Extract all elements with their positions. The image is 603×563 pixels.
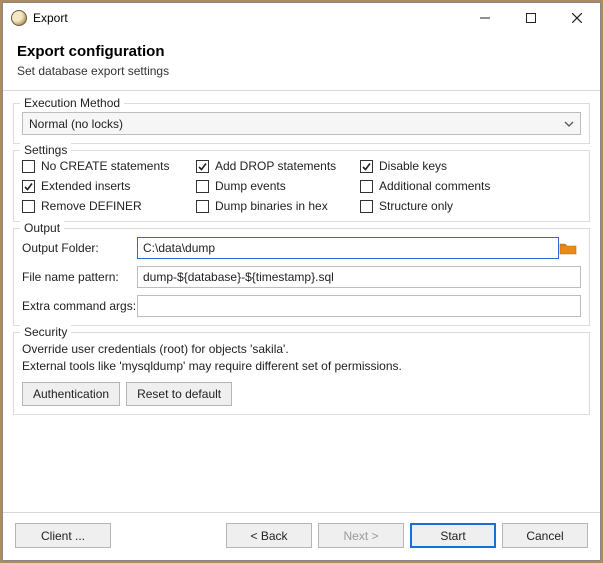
- dialog-footer: Client ... < Back Next > Start Cancel: [3, 512, 600, 560]
- back-button[interactable]: < Back: [226, 523, 312, 548]
- security-legend: Security: [20, 325, 71, 339]
- minimize-button[interactable]: [462, 3, 508, 33]
- checkbox-no-create-statements[interactable]: No CREATE statements: [22, 159, 192, 173]
- checkbox-remove-definer[interactable]: Remove DEFINER: [22, 199, 192, 213]
- client-button[interactable]: Client ...: [15, 523, 111, 548]
- checkbox-extended-inserts[interactable]: Extended inserts: [22, 179, 192, 193]
- start-button[interactable]: Start: [410, 523, 496, 548]
- next-button: Next >: [318, 523, 404, 548]
- header-title: Export configuration: [17, 43, 586, 60]
- output-legend: Output: [20, 221, 64, 235]
- folder-icon: [559, 241, 577, 255]
- extra-args-label: Extra command args:: [22, 299, 137, 313]
- checkbox-label: Extended inserts: [41, 179, 130, 193]
- checkbox-label: No CREATE statements: [41, 159, 169, 173]
- minimize-icon: [480, 13, 490, 23]
- checkbox-label: Remove DEFINER: [41, 199, 142, 213]
- checkbox-box: [196, 200, 209, 213]
- checkbox-box: [22, 180, 35, 193]
- export-dialog: Export Export configuration Set database…: [2, 2, 601, 561]
- maximize-button[interactable]: [508, 3, 554, 33]
- execution-method-value: Normal (no locks): [29, 117, 123, 131]
- output-group: Output Output Folder: File name pattern:…: [13, 228, 590, 326]
- settings-group: Settings No CREATE statementsAdd DROP st…: [13, 150, 590, 222]
- output-folder-label: Output Folder:: [22, 241, 137, 255]
- checkbox-label: Structure only: [379, 199, 453, 213]
- security-group: Security Override user credentials (root…: [13, 332, 590, 415]
- checkbox-box: [360, 200, 373, 213]
- checkbox-dump-events[interactable]: Dump events: [196, 179, 356, 193]
- checkbox-box: [196, 160, 209, 173]
- file-pattern-input[interactable]: [137, 266, 581, 288]
- checkbox-label: Add DROP statements: [215, 159, 336, 173]
- checkbox-disable-keys[interactable]: Disable keys: [360, 159, 581, 173]
- checkbox-box: [22, 160, 35, 173]
- titlebar: Export: [3, 3, 600, 33]
- output-folder-input[interactable]: [137, 237, 559, 259]
- checkbox-structure-only[interactable]: Structure only: [360, 199, 581, 213]
- maximize-icon: [526, 13, 536, 23]
- reset-to-default-button[interactable]: Reset to default: [126, 382, 232, 406]
- close-button[interactable]: [554, 3, 600, 33]
- checkbox-label: Additional comments: [379, 179, 490, 193]
- settings-legend: Settings: [20, 143, 71, 157]
- window-title: Export: [33, 11, 68, 25]
- cancel-button[interactable]: Cancel: [502, 523, 588, 548]
- security-line-1: Override user credentials (root) for obj…: [22, 341, 581, 358]
- extra-args-input[interactable]: [137, 295, 581, 317]
- check-icon: [197, 161, 208, 172]
- chevron-down-icon: [564, 119, 574, 129]
- checkbox-box: [196, 180, 209, 193]
- execution-method-group: Execution Method Normal (no locks): [13, 103, 590, 144]
- checkbox-box: [22, 200, 35, 213]
- file-pattern-label: File name pattern:: [22, 270, 137, 284]
- execution-method-select[interactable]: Normal (no locks): [22, 112, 581, 135]
- authentication-button[interactable]: Authentication: [22, 382, 120, 406]
- app-icon: [11, 10, 27, 26]
- dialog-header: Export configuration Set database export…: [3, 33, 600, 91]
- check-icon: [23, 181, 34, 192]
- checkbox-label: Dump events: [215, 179, 286, 193]
- execution-method-legend: Execution Method: [20, 96, 124, 110]
- checkbox-dump-binaries-in-hex[interactable]: Dump binaries in hex: [196, 199, 356, 213]
- checkbox-add-drop-statements[interactable]: Add DROP statements: [196, 159, 356, 173]
- dialog-content: Execution Method Normal (no locks) Setti…: [3, 91, 600, 512]
- header-subtitle: Set database export settings: [17, 64, 586, 78]
- browse-folder-button[interactable]: [559, 240, 577, 256]
- close-icon: [572, 13, 582, 23]
- checkbox-box: [360, 180, 373, 193]
- checkbox-box: [360, 160, 373, 173]
- checkbox-label: Dump binaries in hex: [215, 199, 328, 213]
- security-line-2: External tools like 'mysqldump' may requ…: [22, 358, 581, 375]
- checkbox-additional-comments[interactable]: Additional comments: [360, 179, 581, 193]
- checkbox-label: Disable keys: [379, 159, 447, 173]
- check-icon: [361, 161, 372, 172]
